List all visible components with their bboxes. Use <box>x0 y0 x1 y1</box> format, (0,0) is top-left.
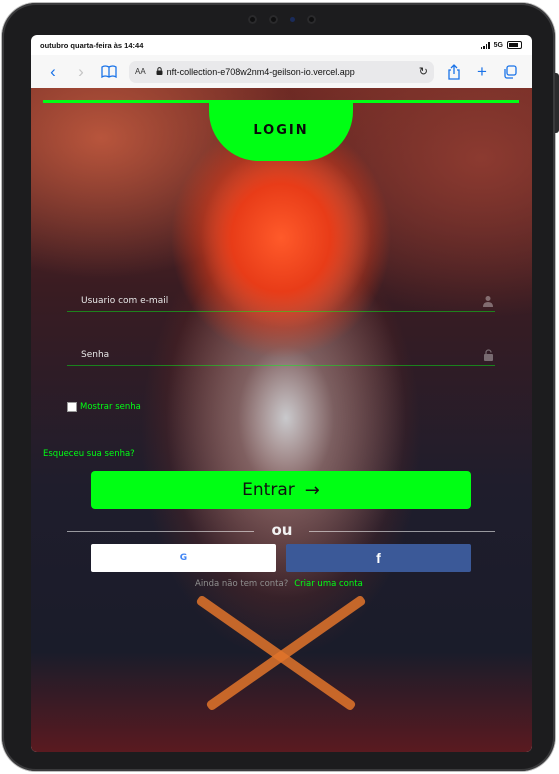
password-field[interactable] <box>67 345 495 366</box>
google-icon: G <box>179 553 188 563</box>
forward-icon[interactable]: › <box>67 60 95 84</box>
email-field[interactable] <box>67 291 495 312</box>
camera-icon <box>248 14 257 24</box>
status-bar: outubro quarta-feira às 14:44 5G <box>31 35 532 55</box>
tablet-frame: outubro quarta-feira às 14:44 5G ‹ › AA … <box>2 3 559 771</box>
back-icon[interactable]: ‹ <box>39 60 67 84</box>
status-indicators: 5G <box>480 41 522 49</box>
reload-icon[interactable]: ↻ <box>419 65 428 78</box>
address-bar[interactable]: AA nft-collection-e708w2nm4-geilson-io.v… <box>129 60 434 83</box>
power-button <box>555 73 559 133</box>
password-input[interactable] <box>67 349 481 361</box>
email-input[interactable] <box>67 295 481 307</box>
divider-right <box>309 531 495 532</box>
lock-icon <box>481 348 495 362</box>
signup-prompt: Ainda não tem conta? Criar uma conta <box>195 579 363 589</box>
login-page: LOGIN Mostrar senha Esqueceu sua senha? <box>31 88 532 752</box>
divider-left <box>67 531 254 532</box>
show-password-toggle[interactable]: Mostrar senha <box>67 402 141 412</box>
text-size-button[interactable]: AA <box>135 67 146 76</box>
or-label: ou <box>271 521 293 539</box>
facebook-icon: f <box>376 550 381 566</box>
camera-icon <box>269 14 278 24</box>
signal-icon <box>480 41 490 49</box>
url-text: nft-collection-e708w2nm4-geilson-io.verc… <box>166 66 355 77</box>
user-icon <box>481 294 495 308</box>
show-password-checkbox[interactable] <box>67 402 77 412</box>
battery-icon <box>507 41 522 49</box>
arrow-right-icon: → <box>304 479 320 501</box>
sensor-icon <box>290 16 295 22</box>
status-datetime: outubro quarta-feira às 14:44 <box>40 40 144 50</box>
browser-toolbar: ‹ › AA nft-collection-e708w2nm4-geilson-… <box>31 55 532 89</box>
no-account-text: Ainda não tem conta? <box>195 579 289 589</box>
share-icon[interactable] <box>440 60 468 84</box>
google-login-button[interactable]: G <box>91 544 276 572</box>
create-account-link[interactable]: Criar uma conta <box>294 579 363 589</box>
tabs-icon[interactable] <box>496 60 524 84</box>
lock-icon <box>156 66 163 77</box>
screen: outubro quarta-feira às 14:44 5G ‹ › AA … <box>31 35 532 752</box>
show-password-label: Mostrar senha <box>80 402 141 412</box>
camera-icon <box>307 14 316 24</box>
login-title: LOGIN <box>209 100 353 161</box>
facebook-login-button[interactable]: f <box>286 544 471 572</box>
new-tab-icon[interactable]: + <box>468 60 496 84</box>
submit-label: Entrar <box>242 480 295 500</box>
camera-bar <box>227 12 337 26</box>
bookmarks-icon[interactable] <box>95 60 123 84</box>
forgot-password-link[interactable]: Esqueceu sua senha? <box>43 449 135 459</box>
submit-button[interactable]: Entrar → <box>91 471 471 509</box>
network-label: 5G <box>493 41 503 49</box>
